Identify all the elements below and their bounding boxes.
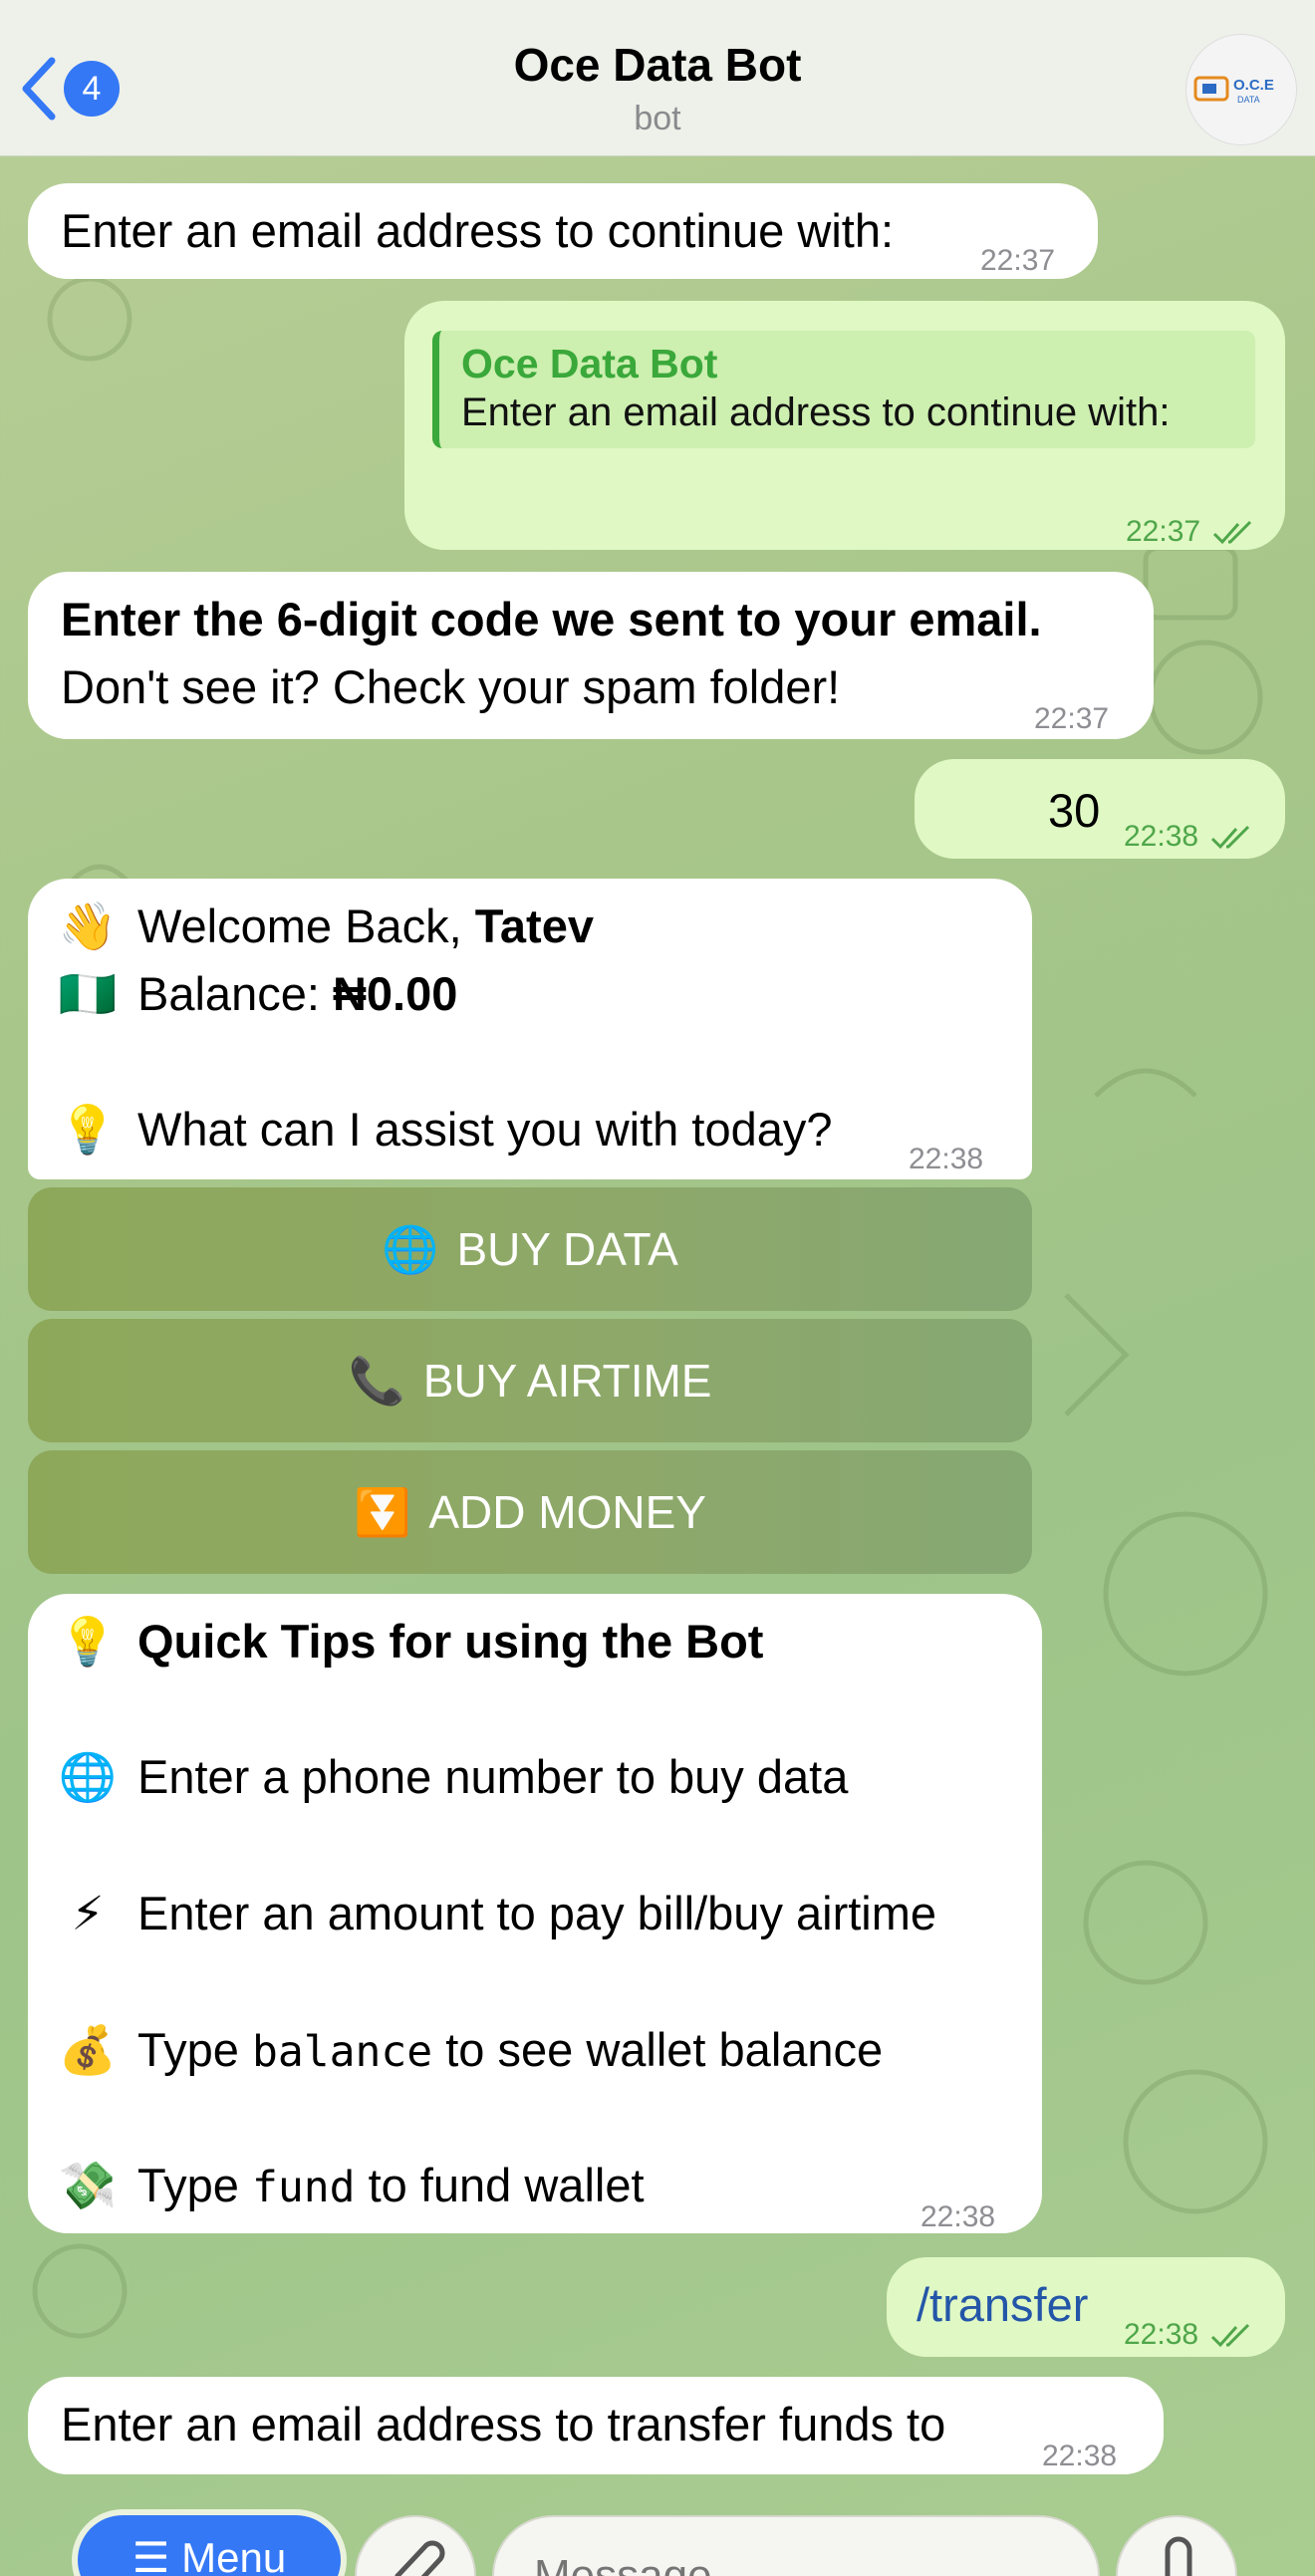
message-text: Enter an email address to transfer funds…: [61, 2398, 946, 2450]
telephone-icon: 📞: [348, 1354, 405, 1407]
button-label: BUY DATA: [456, 1223, 678, 1275]
light-bulb-icon: 💡: [58, 1103, 118, 1156]
menu-button[interactable]: ☰ Menu: [78, 2515, 341, 2576]
reply-quote[interactable]: Oce Data Bot Enter an email address to c…: [432, 331, 1255, 448]
message-input[interactable]: [492, 2515, 1100, 2576]
message-time: 22:37: [980, 244, 1056, 277]
svg-text:O.C.E: O.C.E: [1233, 77, 1274, 94]
message-time: 22:37: [1126, 498, 1256, 566]
command-transfer[interactable]: /transfer: [917, 2271, 1088, 2339]
globe-icon: 🌐: [382, 1222, 439, 1275]
double-check-icon: [1213, 521, 1252, 545]
message-outgoing[interactable]: 30 22:38: [915, 759, 1285, 859]
lightning-icon: ⚡: [71, 1887, 105, 1939]
tip-airtime: ⚡ Enter an amount to pay bill/buy airtime: [58, 1880, 936, 1947]
reply-quote-author: Oce Data Bot: [461, 341, 718, 386]
microphone-button[interactable]: [1116, 2515, 1237, 2576]
message-welcome[interactable]: 👋 Welcome Back, Tatev 🇳🇬 Balance: ₦0.00 💡 W…: [28, 879, 1032, 1179]
buy-data-button[interactable]: 🌐 BUY DATA: [28, 1187, 1032, 1311]
message-time: 22:38: [909, 1143, 984, 1175]
waving-hand-icon: 👋: [58, 900, 118, 952]
oce-logo-icon: O.C.E DATA: [1193, 76, 1274, 105]
double-check-icon: [1211, 2324, 1250, 2348]
message-outgoing[interactable]: /transfer 22:38: [887, 2257, 1285, 2357]
globe-icon: 🌐: [58, 1750, 118, 1803]
welcome-line: 👋 Welcome Back, Tatev: [58, 893, 594, 960]
tip-buy-data: 🌐 Enter a phone number to buy data: [58, 1743, 849, 1811]
tips-heading: 💡 Quick Tips for using the Bot: [58, 1608, 764, 1675]
command-balance[interactable]: balance: [252, 2027, 432, 2077]
balance-amount: ₦0.00: [332, 967, 458, 1020]
tip-fund: 💸 Type fund to fund wallet: [58, 2152, 645, 2221]
double-check-icon: [1211, 826, 1250, 850]
user-name: Tatev: [474, 900, 594, 952]
attach-button[interactable]: [355, 2515, 476, 2576]
button-label: ADD MONEY: [428, 1486, 706, 1538]
message-quick-tips[interactable]: 💡 Quick Tips for using the Bot 🌐 Enter a p…: [28, 1594, 1042, 2233]
chat-title[interactable]: Oce Data Bot: [0, 38, 1315, 92]
microphone-icon: [1165, 2536, 1192, 2576]
light-bulb-icon: 💡: [58, 1615, 118, 1668]
chat-subtitle: bot: [634, 100, 681, 137]
balance-line: 🇳🇬 Balance: ₦0.00: [58, 960, 458, 1028]
message-time: 22:38: [1124, 803, 1254, 871]
message-incoming[interactable]: Enter the 6-digit code we sent to your e…: [28, 572, 1154, 739]
message-text: Enter an email address to continue with:: [61, 204, 895, 257]
buy-airtime-button[interactable]: 📞 BUY AIRTIME: [28, 1319, 1032, 1442]
message-text: Don't see it? Check your spam folder!: [61, 660, 841, 713]
bot-avatar[interactable]: O.C.E DATA: [1185, 34, 1297, 145]
menu-label: ☰ Menu: [132, 2534, 287, 2576]
message-bold-text: Enter the 6-digit code we sent to your e…: [61, 593, 1042, 645]
message-time: 22:38: [920, 2200, 996, 2233]
message-time: 22:37: [1034, 702, 1110, 735]
message-time: 22:38: [1042, 2440, 1118, 2472]
tip-balance: 💰 Type balance to see wallet balance: [58, 2016, 883, 2086]
command-fund[interactable]: fund: [252, 2163, 356, 2212]
message-incoming[interactable]: Enter an email address to continue with:…: [28, 183, 1098, 279]
double-down-arrow-icon: ⏬: [354, 1485, 411, 1538]
reply-quote-text: Enter an email address to continue with:: [461, 390, 1171, 434]
nigeria-flag-icon: 🇳🇬: [58, 967, 118, 1020]
money-wings-icon: 💸: [58, 2159, 118, 2211]
chat-header: 4 Oce Data Bot bot O.C.E DATA: [0, 0, 1315, 156]
paperclip-icon: [394, 2540, 445, 2576]
svg-text:DATA: DATA: [1237, 95, 1260, 105]
money-bag-icon: 💰: [58, 2023, 118, 2076]
message-text: 30: [1048, 784, 1101, 837]
add-money-button[interactable]: ⏬ ADD MONEY: [28, 1450, 1032, 1574]
question-line: 💡 What can I assist you with today?: [58, 1096, 833, 1163]
message-time: 22:38: [1124, 2301, 1254, 2369]
button-label: BUY AIRTIME: [422, 1355, 712, 1407]
message-incoming[interactable]: Enter an email address to transfer funds…: [28, 2377, 1164, 2474]
